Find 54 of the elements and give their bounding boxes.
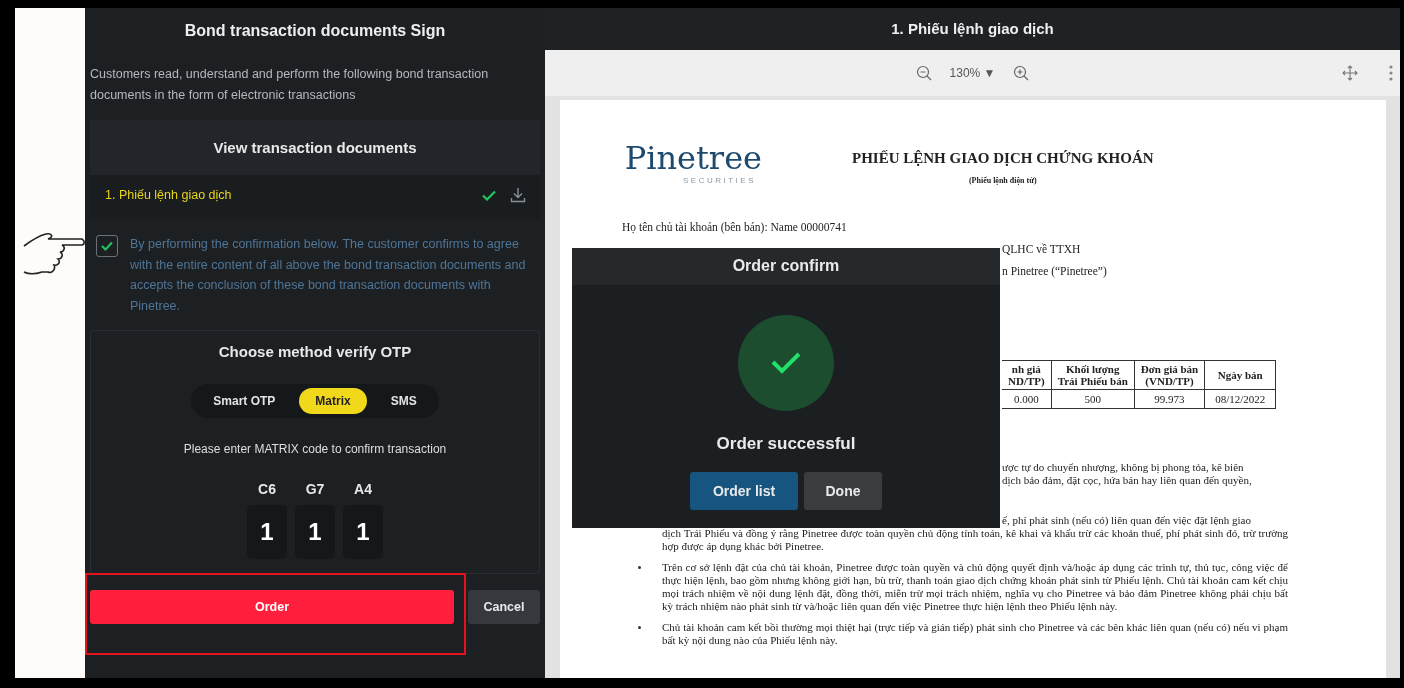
done-button[interactable]: Done — [804, 472, 882, 510]
download-icon[interactable] — [510, 187, 526, 203]
matrix-code-field[interactable]: 1 — [247, 505, 287, 559]
document-line: n Pinetree (“Pinetree”) — [1002, 265, 1107, 277]
document-line: ược tự do chuyển nhượng, không bị phong tỏa, kê biên — [1002, 461, 1245, 474]
panel-description: Customers read, understand and perform the following bond transaction documents in the form of electronic transactions — [90, 66, 490, 104]
panel-title: Bond transaction documents Sign — [183, 21, 447, 41]
zoom-out-icon[interactable] — [915, 65, 932, 81]
zoom-in-icon[interactable] — [1013, 65, 1030, 81]
matrix-code-field[interactable]: 1 — [295, 505, 335, 559]
document-paragraph: Trên cơ sở lệnh đặt của chủ tài khoản, Pinetree được toàn quyền và chủ động quyết định và/hoặc áp dụng các trình tự, thủ tục, công việc để thực hiện lệnh, bao gồm nhưng không giới hạn, bù trừ, thanh toán giao dịch chứng khoán phát sinh từ Phiếu lệnh. Chủ tài khoản cam kết chịu mọi trách nhiệm về nội dung lệnh đặt, đồng thời, miễn trừ mọi trách nhiệm, nghĩa vụ cho Pinetree và bảo đảm Pinetree không phải chịu bất kỳ trách nhiệm nào phát sinh từ và/hoặc liên quan đến việc Pinetree thực hiện lệnh theo Phiếu lệnh này. — [662, 561, 1288, 613]
document-line: dịch bảo đảm, đặt cọc, hứa bán hay liên quan đến quyền, — [1002, 474, 1253, 487]
logo-text: Pinetree — [624, 140, 762, 176]
document-paragraph: Chủ tài khoản cam kết bồi thường mọi thiệt hại (trực tiếp và gián tiếp) phát sinh cho Pinetree và các bên khác liên quan (nếu có) nếu vi phạm bất kỳ nội dung nào của Phiếu lệnh này. — [662, 621, 1288, 647]
check-icon — [101, 241, 113, 251]
table-cell: 0.000 — [1002, 389, 1052, 409]
documents-title: View transaction documents — [90, 120, 540, 175]
document-line: Họ tên chủ tài khoản (bên bán): Name 00000741 — [622, 221, 847, 233]
table-cell: 99.973 — [1134, 389, 1205, 409]
document-link[interactable]: 1. Phiếu lệnh giao dịch — [105, 188, 468, 202]
document-line: QLHC về TTXH — [1002, 243, 1081, 255]
table-header: Đơn giá bán (VND/TP) — [1134, 360, 1205, 390]
otp-title: Choose method verify OTP — [218, 343, 412, 360]
document-heading: PHIẾU LỆNH GIAO DỊCH CHỨNG KHOÁN — [852, 150, 1154, 167]
move-icon[interactable] — [1342, 65, 1358, 81]
table-header: nh giá ND/TP) — [1002, 360, 1052, 390]
method-tab[interactable]: SMS — [374, 388, 433, 414]
matrix-code-label: C6 — [258, 481, 276, 497]
matrix-code-field[interactable]: 1 — [343, 505, 383, 559]
order-button[interactable]: Order — [90, 590, 454, 624]
order-list-button[interactable]: Order list — [690, 472, 798, 510]
matrix-code-label: G7 — [305, 481, 325, 497]
dialog-title: Order confirm — [572, 248, 1000, 285]
bullet-icon — [638, 626, 641, 629]
document-paragraph: dịch Trái Phiếu và đồng ý rằng Pinetree được toàn quyền chủ động tính toán, kê khai và khấu trừ các khoản thuế, phí phát sinh đó, trừ trường hợp được áp dụng khác bởi Pinetree. — [662, 527, 1288, 553]
viewer-title: 1. Phiếu lệnh giao dịch — [545, 8, 1400, 50]
table-header: Khối lượng Trái Phiếu bán — [1051, 360, 1135, 390]
logo-subtitle: SECURITIES — [683, 176, 756, 185]
agreement-text: By performing the confirmation below. The customer confirms to agree with the entire content of all above the bond transaction documents and accepts the conclusion of these bond transaction documents with Pinetree. — [130, 236, 527, 315]
method-tab[interactable]: Smart OTP — [197, 388, 292, 414]
method-tab[interactable]: Matrix — [299, 388, 367, 414]
agreement-checkbox[interactable] — [96, 235, 118, 257]
bullet-icon — [638, 566, 641, 569]
table-cell: 08/12/2022 — [1204, 389, 1276, 409]
otp-instruction: Please enter MATRIX code to confirm transaction — [183, 442, 447, 456]
matrix-code-label: A4 — [354, 481, 372, 497]
table-header: Ngày bán — [1204, 360, 1276, 390]
table-cell: 500 — [1051, 389, 1135, 409]
dialog-message: Order successful — [716, 434, 856, 454]
document-line: ế, phí phát sinh (nếu có) liên quan đến việc đặt lệnh giao — [1002, 514, 1252, 527]
more-icon[interactable] — [1388, 64, 1394, 82]
zoom-select[interactable]: 130% ▼ — [949, 66, 996, 80]
cancel-button[interactable]: Cancel — [468, 590, 540, 624]
document-subheading: (Phiếu lệnh điện tử) — [968, 176, 1037, 185]
